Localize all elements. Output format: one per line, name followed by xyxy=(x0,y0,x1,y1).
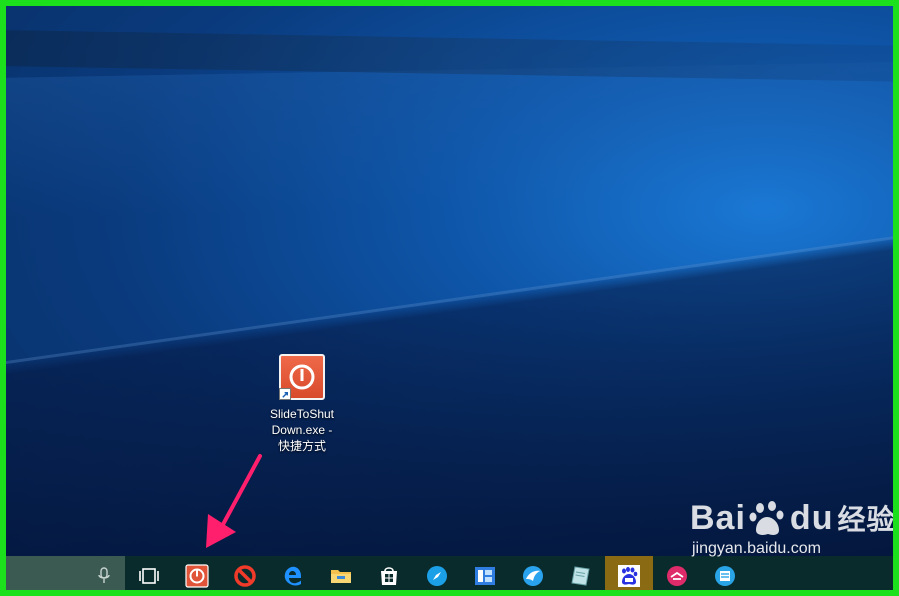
shortcut-arrow-icon xyxy=(279,388,291,400)
file-explorer-icon[interactable] xyxy=(317,556,365,596)
notepad-app-icon[interactable] xyxy=(557,556,605,596)
baidu-icon[interactable] xyxy=(605,556,653,596)
shortcut-label: SlideToShut Down.exe - 快捷方式 xyxy=(269,407,335,453)
pink-app-icon[interactable] xyxy=(653,556,701,596)
desktop-shortcut-slidetoshutdown[interactable]: SlideToShut Down.exe - 快捷方式 xyxy=(262,354,342,454)
store-icon[interactable] xyxy=(365,556,413,596)
task-view-icon[interactable] xyxy=(125,556,173,596)
cortana-search-box[interactable] xyxy=(0,556,125,596)
bird-app-icon[interactable] xyxy=(509,556,557,596)
baidu-watermark: Bai du 经验 jingyan.baidu.com xyxy=(690,498,896,558)
power-icon xyxy=(279,354,325,400)
browser-compass-icon[interactable] xyxy=(413,556,461,596)
baidu-paw-icon xyxy=(749,501,784,535)
block-icon[interactable] xyxy=(221,556,269,596)
app-blue-icon[interactable] xyxy=(461,556,509,596)
slide-to-shutdown-icon[interactable] xyxy=(173,556,221,596)
kan-app-icon[interactable] xyxy=(701,556,749,596)
microphone-icon[interactable] xyxy=(97,567,111,585)
annotation-arrow-icon xyxy=(206,454,262,548)
edge-icon[interactable] xyxy=(269,556,317,596)
taskbar xyxy=(0,556,899,596)
